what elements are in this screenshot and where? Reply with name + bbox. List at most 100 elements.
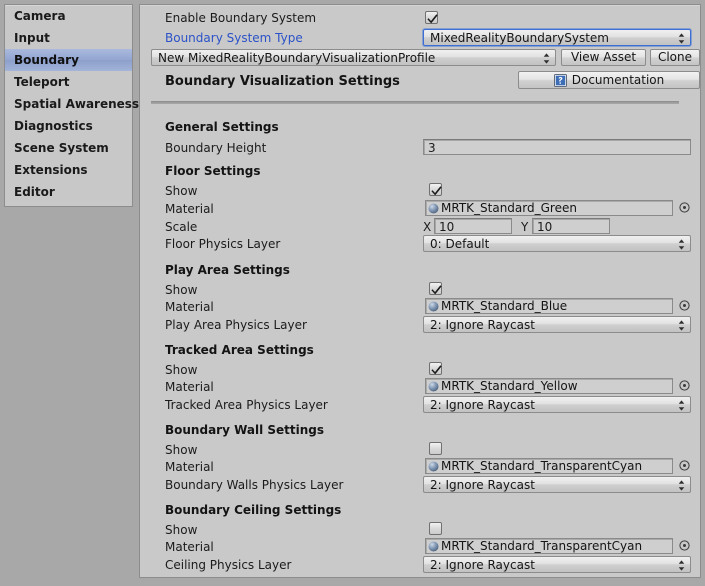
sphere-icon [428,541,439,552]
scale-y-axis-label: Y [521,220,529,234]
sidebar-item-spatial-awareness[interactable]: Spatial Awareness [5,93,139,115]
row-boundary-ceiling-settings-header: Boundary Ceiling Settings [140,502,700,521]
sidebar-item-camera[interactable]: Camera [5,5,132,27]
tracked-area-physics-layer-dropdown[interactable]: 2: Ignore Raycast [423,396,691,413]
checkmark-icon [431,186,442,196]
sidebar-item-label: Diagnostics [14,119,93,133]
play-area-physics-layer-dropdown[interactable]: 2: Ignore Raycast [423,316,691,333]
floor-scale-y-value: 10 [537,220,553,234]
tracked-area-material-object-field[interactable]: MRTK_Standard_Yellow [425,378,673,394]
floor-material-label: Material [165,202,214,216]
view-asset-label: View Asset [570,50,637,64]
floor-scale-y-input[interactable]: 10 [532,218,610,234]
floor-settings-header: Floor Settings [165,164,261,178]
sidebar-item-editor[interactable]: Editor [5,181,132,203]
boundary-system-type-value: MixedRealityBoundarySystem [430,31,609,45]
target-picker-icon[interactable] [679,300,690,311]
sphere-icon [428,461,439,472]
play-area-show-checkbox[interactable] [429,282,442,295]
boundary-wall-material-value: MRTK_Standard_TransparentCyan [441,459,643,473]
row-boundary-height: Boundary Height 3 [140,139,700,158]
target-picker-icon[interactable] [679,202,690,213]
floor-scale-x-input[interactable]: 10 [434,218,512,234]
target-picker-icon[interactable] [679,380,690,391]
boundary-walls-physics-layer-label: Boundary Walls Physics Layer [165,478,344,492]
row-floor-settings-header: Floor Settings [140,163,700,182]
sidebar-item-teleport[interactable]: Teleport [5,71,132,93]
enable-boundary-system-label: Enable Boundary System [165,11,317,25]
updown-arrows-icon [678,33,685,44]
boundary-ceiling-material-object-field[interactable]: MRTK_Standard_TransparentCyan [425,538,673,554]
boundary-ceiling-show-label: Show [165,523,198,537]
boundary-wall-material-label: Material [165,460,214,474]
boundary-ceiling-material-label: Material [165,540,214,554]
boundary-height-value: 3 [428,141,436,155]
boundary-system-type-label: Boundary System Type [165,31,303,45]
general-settings-header: General Settings [165,120,279,134]
floor-material-value: MRTK_Standard_Green [441,201,577,215]
tracked-area-show-checkbox[interactable] [429,362,442,375]
checkmark-icon [431,365,442,375]
tracked-area-physics-layer-value: 2: Ignore Raycast [430,398,535,412]
row-tracked-area-physics-layer: Tracked Area Physics Layer 2: Ignore Ray… [140,396,700,415]
visualization-profile-dropdown[interactable]: New MixedRealityBoundaryVisualizationPro… [151,49,556,66]
sidebar-item-label: Editor [14,185,55,199]
sidebar-item-extensions[interactable]: Extensions [5,159,132,181]
tracked-area-material-label: Material [165,380,214,394]
row-enable-boundary-system: Enable Boundary System [140,9,700,28]
row-boundary-wall-settings-header: Boundary Wall Settings [140,422,700,441]
sidebar-item-label: Boundary [14,53,79,67]
checkmark-icon [427,14,438,24]
boundary-walls-physics-layer-dropdown[interactable]: 2: Ignore Raycast [423,476,691,493]
row-floor-material: Material MRTK_Standard_Green [140,200,700,219]
play-area-material-object-field[interactable]: MRTK_Standard_Blue [425,298,673,314]
checkmark-icon [431,285,442,295]
view-asset-button[interactable]: View Asset [561,49,646,66]
floor-material-object-field[interactable]: MRTK_Standard_Green [425,200,673,216]
boundary-wall-material-object-field[interactable]: MRTK_Standard_TransparentCyan [425,458,673,474]
sphere-icon [428,301,439,312]
floor-physics-layer-dropdown[interactable]: 0: Default [423,235,691,252]
boundary-ceiling-show-checkbox[interactable] [429,522,442,535]
updown-arrows-icon [678,320,685,331]
row-play-area-settings-header: Play Area Settings [140,262,700,281]
row-visualization-profile: New MixedRealityBoundaryVisualizationPro… [140,49,700,68]
floor-physics-layer-label: Floor Physics Layer [165,237,281,251]
enable-boundary-system-checkbox[interactable] [425,11,438,24]
floor-show-checkbox[interactable] [429,183,442,196]
row-section-title: Boundary Visualization Settings Document… [140,71,700,92]
sidebar-item-scene-system[interactable]: Scene System [5,137,132,159]
boundary-ceiling-material-value: MRTK_Standard_TransparentCyan [441,539,643,553]
play-area-material-value: MRTK_Standard_Blue [441,299,568,313]
sidebar-item-label: Scene System [14,141,109,155]
tracked-area-show-label: Show [165,363,198,377]
target-picker-icon[interactable] [679,540,690,551]
clone-button[interactable]: Clone [650,49,700,66]
row-ceiling-physics-layer: Ceiling Physics Layer 2: Ignore Raycast [140,556,700,575]
horizontal-divider [151,101,679,104]
sidebar-item-label: Extensions [14,163,88,177]
row-boundary-walls-physics-layer: Boundary Walls Physics Layer 2: Ignore R… [140,476,700,495]
row-boundary-ceiling-material: Material MRTK_Standard_TransparentCyan [140,538,700,557]
row-boundary-wall-material: Material MRTK_Standard_TransparentCyan [140,458,700,477]
ceiling-physics-layer-value: 2: Ignore Raycast [430,558,535,572]
boundary-system-type-dropdown[interactable]: MixedRealityBoundarySystem [423,29,691,46]
boundary-wall-settings-header: Boundary Wall Settings [165,423,325,437]
updown-arrows-icon [678,560,685,571]
ceiling-physics-layer-dropdown[interactable]: 2: Ignore Raycast [423,556,691,573]
boundary-height-label: Boundary Height [165,141,267,155]
boundary-height-input[interactable]: 3 [423,139,691,155]
documentation-button[interactable]: Documentation [518,71,700,89]
row-play-area-material: Material MRTK_Standard_Blue [140,298,700,317]
sidebar-item-input[interactable]: Input [5,27,132,49]
play-area-show-label: Show [165,283,198,297]
sidebar-item-diagnostics[interactable]: Diagnostics [5,115,132,137]
boundary-wall-show-checkbox[interactable] [429,442,442,455]
row-boundary-system-type: Boundary System Type MixedRealityBoundar… [140,29,700,48]
updown-arrows-icon [543,53,550,64]
sphere-icon [428,381,439,392]
target-picker-icon[interactable] [679,460,690,471]
floor-physics-layer-value: 0: Default [430,237,490,251]
sidebar-item-boundary[interactable]: Boundary [5,49,132,71]
documentation-label: Documentation [571,72,665,87]
